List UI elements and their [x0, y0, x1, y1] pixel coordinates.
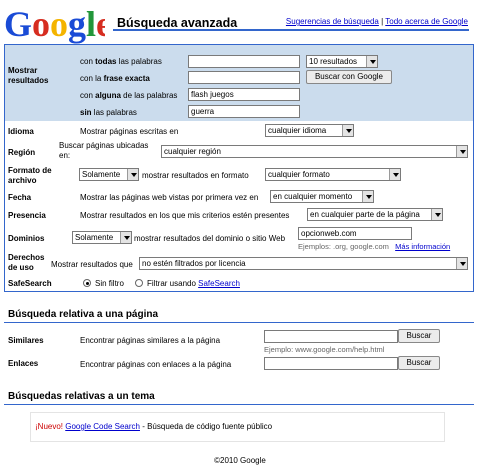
google-logo-icon: Google — [4, 4, 105, 44]
topic-specific-title: Búsquedas relativas a un tema — [8, 391, 155, 402]
more-info-link[interactable]: Más información — [395, 242, 450, 251]
usage-rights-value: no estén filtrados por licencia — [142, 259, 246, 268]
safesearch-on-label: Filtrar usando SafeSearch — [147, 279, 240, 288]
all-words-input[interactable] — [188, 55, 300, 68]
code-search-description: - Búsqueda de código fuente público — [139, 422, 273, 431]
links-label: Enlaces — [8, 359, 39, 368]
date-label: Fecha — [8, 193, 32, 202]
search-tips-link[interactable]: Sugerencias de búsqueda — [286, 17, 379, 26]
file-format-select[interactable]: cualquier formato — [265, 168, 401, 181]
date-select[interactable]: en cualquier momento — [270, 190, 374, 203]
page-specific-title: Búsqueda relativa a una página — [8, 309, 159, 320]
exact-phrase-label: con la frase exacta — [80, 74, 150, 83]
similar-example: Ejemplo: www.google.com/help.html — [264, 345, 385, 354]
format-mode-select[interactable]: Solamente — [79, 168, 139, 181]
safesearch-label: SafeSearch — [8, 279, 52, 288]
chevron-down-icon — [389, 169, 400, 180]
chevron-down-icon — [342, 125, 353, 136]
file-format-text: mostrar resultados en formato — [142, 171, 249, 180]
without-words-input[interactable]: guerra — [188, 105, 300, 118]
chevron-down-icon — [366, 56, 377, 67]
exact-phrase-input[interactable] — [188, 71, 300, 84]
new-badge: ¡Nuevo! — [35, 422, 64, 431]
results-count-select[interactable]: 10 resultados — [306, 55, 378, 68]
safesearch-off-label: Sin filtro — [95, 279, 124, 288]
header-divider — [113, 29, 469, 31]
google-search-button[interactable]: Buscar con Google — [306, 70, 392, 84]
region-select[interactable]: cualquier región — [161, 145, 468, 158]
similar-url-input[interactable] — [264, 330, 398, 343]
safesearch-on-radio[interactable] — [135, 279, 143, 287]
domain-input[interactable]: opcionweb.com — [298, 227, 412, 240]
region-label: Región — [8, 148, 36, 157]
footer-copyright: ©2010 Google — [214, 456, 266, 465]
links-search-button[interactable]: Buscar — [398, 356, 440, 370]
usage-rights-select[interactable]: no estén filtrados por licencia — [139, 257, 468, 270]
chevron-down-icon — [127, 169, 138, 180]
date-value: en cualquier momento — [273, 192, 353, 201]
chevron-down-icon — [456, 146, 467, 157]
page-specific-divider — [4, 322, 474, 323]
region-value: cualquier región — [164, 147, 221, 156]
language-label: Idioma — [8, 127, 34, 136]
chevron-down-icon — [362, 191, 373, 202]
chevron-down-icon — [431, 209, 442, 220]
language-value: cualquier idioma — [268, 126, 327, 135]
all-words-label: con todas las palabras — [80, 57, 162, 66]
similar-text: Encontrar páginas similares a la página — [80, 336, 221, 345]
header-link-separator: | — [381, 17, 384, 26]
format-mode-value: Solamente — [82, 170, 121, 179]
safesearch-off-radio[interactable] — [83, 279, 91, 287]
links-url-input[interactable] — [264, 357, 398, 370]
usage-rights-label: Derechos de uso — [8, 253, 45, 272]
language-text: Mostrar páginas escritas en — [80, 127, 179, 136]
google-logo[interactable]: Google — [3, 2, 105, 44]
occurrences-text: Mostrar resultados en los que mis criter… — [80, 211, 290, 220]
chevron-down-icon — [120, 232, 131, 243]
occurrences-select[interactable]: en cualquier parte de la página — [307, 208, 443, 221]
region-text: Buscar páginas ubicadas en: — [59, 141, 149, 160]
code-search-entry: ¡Nuevo! Google Code Search - Búsqueda de… — [35, 422, 272, 431]
similar-label: Similares — [8, 336, 44, 345]
usage-rights-text: Mostrar resultados que — [51, 260, 133, 269]
file-format-value: cualquier formato — [268, 170, 330, 179]
language-select[interactable]: cualquier idioma — [265, 124, 354, 137]
date-text: Mostrar las páginas web vistas por prime… — [80, 193, 259, 202]
results-count-value: 10 resultados — [309, 57, 358, 66]
domains-label: Dominios — [8, 234, 45, 243]
code-search-link[interactable]: Google Code Search — [65, 422, 140, 431]
domain-mode-select[interactable]: Solamente — [72, 231, 132, 244]
any-words-input[interactable]: flash juegos — [188, 88, 300, 101]
without-words-label: sin las palabras — [80, 108, 137, 117]
occurrences-value: en cualquier parte de la página — [310, 210, 420, 219]
safesearch-link[interactable]: SafeSearch — [198, 279, 240, 288]
domain-example: Ejemplos: .org, google.com Más informaci… — [298, 242, 451, 251]
show-results-label: Mostrar resultados — [8, 66, 49, 85]
svg-text:Google: Google — [4, 4, 105, 44]
links-text: Encontrar páginas con enlaces a la págin… — [80, 360, 232, 369]
about-google-link[interactable]: Todo acerca de Google — [385, 17, 468, 26]
domains-text: mostrar resultados del dominio o sitio W… — [134, 234, 286, 243]
file-format-label: Formato de archivo — [8, 166, 52, 185]
domain-mode-value: Solamente — [75, 233, 114, 242]
topic-specific-divider — [4, 404, 474, 405]
similar-search-button[interactable]: Buscar — [398, 329, 440, 343]
page-title: Búsqueda avanzada — [117, 16, 238, 30]
chevron-down-icon — [456, 258, 467, 269]
any-words-label: con alguna de las palabras — [80, 91, 178, 100]
occurrences-label: Presencia — [8, 211, 46, 220]
header-links: Sugerencias de búsqueda | Todo acerca de… — [286, 17, 468, 26]
